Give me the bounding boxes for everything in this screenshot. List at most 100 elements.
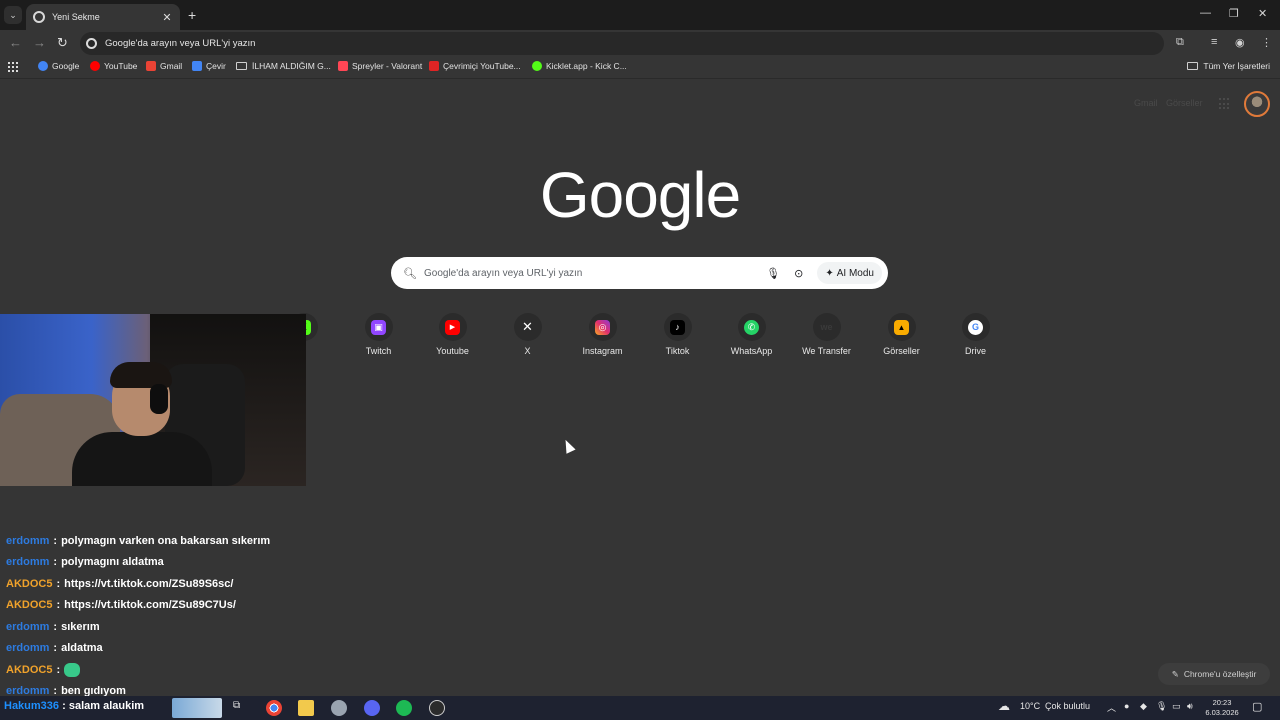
shortcut-icon-bg: ▲ [887, 313, 916, 341]
bookmark-google[interactable]: Google [38, 61, 79, 71]
shortcut-twitch[interactable]: ▣ Twitch [341, 313, 416, 356]
media-control-icon[interactable]: ≡ [1211, 36, 1217, 48]
bookmark-gmail[interactable]: Gmail [146, 61, 182, 71]
notifications-icon[interactable]: ▢ [1252, 700, 1262, 713]
shortcut-icon-bg: ◎ [588, 313, 617, 341]
bookmark-spreyler[interactable]: Spreyler - Valorant [338, 61, 422, 71]
shortcut-drive[interactable]: G Drive [938, 313, 1013, 356]
volume-icon[interactable]: 🔊︎ [1187, 701, 1193, 712]
minimize-button[interactable]: — [1200, 7, 1211, 19]
account-avatar[interactable] [1244, 91, 1270, 117]
spotify-icon[interactable] [396, 700, 412, 716]
chat-message: AKDOC5: [6, 659, 406, 681]
reload-button[interactable]: ↻ [57, 35, 68, 51]
converter-icon [429, 61, 439, 71]
obs-icon[interactable] [429, 700, 445, 716]
tab-close-icon[interactable]: ✕ [161, 11, 173, 24]
chat-text: polymagın varken ona bakarsan sıkerım [61, 534, 271, 547]
network-icon[interactable]: ▭ [1172, 701, 1181, 712]
tab-new-tab[interactable]: Yeni Sekme ✕ [26, 4, 180, 30]
chat-message: AKDOC5: https://vt.tiktok.com/ZSu89C7Us/ [6, 595, 406, 617]
microphone-icon[interactable]: 🎙︎ [1156, 701, 1167, 712]
shortcut-youtube[interactable]: ▶ Youtube [415, 313, 490, 356]
bookmarks-bar: Google YouTube Gmail Çevir İLHAM ALDIĞIM… [0, 57, 1280, 79]
shortcut-icon-bg: ▶ [438, 313, 467, 341]
restore-button[interactable]: ❐ [1229, 7, 1239, 20]
weather-temp[interactable]: 10°C [1020, 701, 1040, 711]
shortcut-instagram[interactable]: ◎ Instagram [565, 313, 640, 356]
file-explorer-icon[interactable] [298, 700, 314, 716]
valorant-icon [338, 61, 348, 71]
chat-message: AKDOC5: https://vt.tiktok.com/ZSu89S6sc/ [6, 573, 406, 595]
gmail-link[interactable]: Gmail [1134, 98, 1158, 108]
search-box[interactable]: 🔍︎ Google'da arayın veya URL'yi yazın 🎙︎… [391, 257, 888, 289]
kicklet-icon [532, 61, 542, 71]
ai-sparkle-icon: ✦ [825, 267, 834, 279]
app-icon[interactable] [331, 700, 347, 716]
bookmark-youtube[interactable]: YouTube [90, 61, 137, 71]
chrome-icon[interactable] [266, 700, 282, 716]
chat-text: https://vt.tiktok.com/ZSu89S6sc/ [64, 577, 234, 590]
shortcut-wetransfer[interactable]: we We Transfer [789, 313, 864, 356]
chat-separator: : [53, 642, 58, 655]
taskbar-widget-thumbnail[interactable] [172, 698, 222, 718]
close-window-button[interactable]: ✕ [1258, 7, 1267, 20]
chat-username: AKDOC5 [6, 663, 53, 676]
google-lens-icon[interactable]: ⊙ [794, 267, 803, 280]
bookmark-translate[interactable]: Çevir [192, 61, 226, 71]
tab-search-button[interactable]: ⌄ [4, 6, 22, 24]
shortcut-icon-bg: ✕ [513, 313, 542, 341]
chat-username: erdomm [6, 620, 50, 633]
twitch-icon: ▣ [371, 319, 386, 335]
chat-separator: : [56, 599, 61, 612]
apps-grid-icon[interactable] [8, 62, 18, 72]
weather-desc[interactable]: Çok bulutlu [1045, 701, 1090, 711]
menu-icon[interactable]: ⋮ [1261, 36, 1272, 49]
discord-icon[interactable] [364, 700, 380, 716]
images-link[interactable]: Görseller [1166, 98, 1203, 108]
chat-text: salam alaukim [68, 700, 145, 712]
shortcut-tiktok[interactable]: ♪ Tiktok [640, 313, 715, 356]
chat-text: https://vt.tiktok.com/ZSu89C7Us/ [64, 599, 236, 612]
taskbar-chat-overlay: Hakum336 : salam alaukim [4, 700, 144, 712]
new-tab-button[interactable]: + [188, 7, 196, 23]
ai-mode-button[interactable]: ✦ AI Modu [817, 262, 882, 284]
google-icon [86, 38, 97, 49]
customize-chrome-button[interactable]: ✎ Chrome'u özelleştir [1158, 663, 1270, 685]
shortcut-label: X [524, 346, 531, 356]
tray-app-icon[interactable]: ● [1124, 701, 1129, 711]
bookmark-kicklet[interactable]: Kicklet.app - Kick C... [532, 61, 627, 71]
search-input[interactable]: Google'da arayın veya URL'yi yazın [424, 268, 766, 279]
chat-separator: : [53, 534, 58, 547]
chat-username: AKDOC5 [6, 599, 53, 612]
shortcut-icon-bg: ✆ [737, 313, 766, 341]
emote-icon [64, 662, 81, 677]
forward-button[interactable]: → [33, 35, 46, 50]
chevron-up-icon[interactable]: ︿ [1107, 701, 1116, 714]
x-icon: ✕ [522, 319, 533, 334]
system-clock[interactable]: 20:23 6.03.2026 [1200, 698, 1244, 718]
shortcut-x[interactable]: ✕ X [490, 313, 565, 356]
bookmark-folder-ilham[interactable]: İLHAM ALDIĞIM G... [236, 61, 331, 71]
weather-icon: ☁ [998, 699, 1010, 713]
windows-taskbar: Hakum336 : salam alaukim ⧉ ☁ 10°C Çok bu… [0, 696, 1280, 720]
tray-app-icon[interactable]: ◆ [1140, 701, 1147, 712]
mouse-cursor-icon [561, 437, 576, 454]
back-button[interactable]: ← [9, 35, 22, 50]
chat-message: erdomm: sıkerım [6, 616, 406, 638]
profile-icon[interactable]: ◉ [1235, 36, 1245, 49]
chat-message: erdomm: polymagını aldatma [6, 552, 406, 574]
all-bookmarks-button[interactable]: Tüm Yer İşaretleri [1187, 61, 1270, 71]
address-bar[interactable]: Google'da arayın veya URL'yi yazın [80, 32, 1164, 55]
google-apps-icon[interactable] [1219, 98, 1231, 110]
shortcut-whatsapp[interactable]: ✆ WhatsApp [714, 313, 789, 356]
task-view-icon[interactable]: ⧉ [233, 700, 249, 716]
chat-username: AKDOC5 [6, 577, 53, 590]
bookmark-cevrimici-youtube[interactable]: Çevrimiçi YouTube... [429, 61, 521, 71]
clock-date: 6.03.2026 [1205, 708, 1239, 717]
shortcut-images[interactable]: ▲ Görseller [864, 313, 939, 356]
chat-separator: : [53, 556, 58, 569]
microphone-icon[interactable]: 🎙︎ [766, 267, 780, 280]
extensions-icon[interactable]: ⧉ [1176, 36, 1184, 49]
chat-text: polymagını aldatma [61, 556, 164, 569]
